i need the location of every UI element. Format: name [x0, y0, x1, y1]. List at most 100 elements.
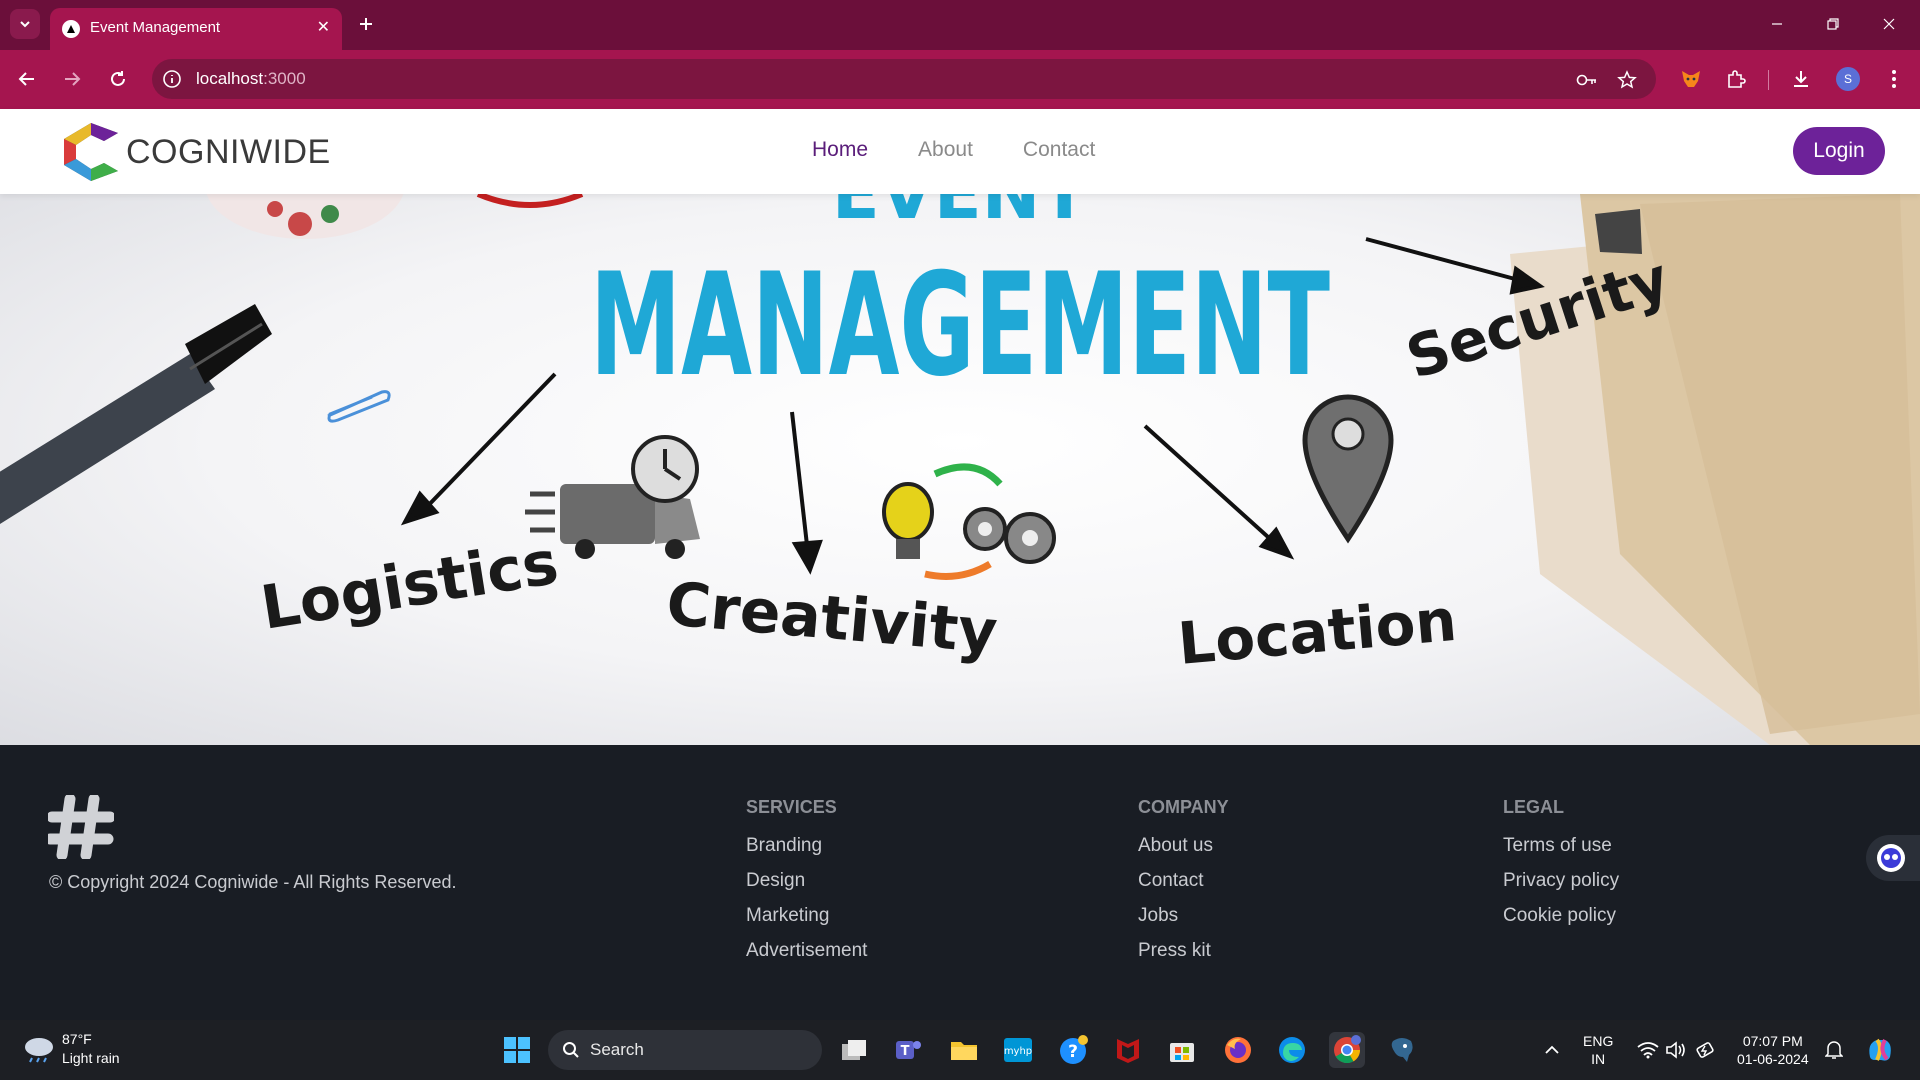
rain-cloud-icon: [25, 1038, 53, 1063]
main-nav: Home About Contact: [812, 138, 1095, 162]
footer-link-cookie[interactable]: Cookie policy: [1503, 905, 1619, 927]
show-hidden-icons-chevron-up-icon[interactable]: [1534, 1032, 1570, 1068]
close-window-button[interactable]: [1877, 12, 1901, 36]
language-code: ENG: [1583, 1033, 1614, 1049]
footer-link-branding[interactable]: Branding: [746, 835, 867, 857]
more-menu-icon[interactable]: [1880, 65, 1908, 93]
mcafee-icon[interactable]: [1110, 1032, 1146, 1068]
start-button[interactable]: [499, 1032, 535, 1068]
label-creativity: Creativity: [664, 569, 1000, 668]
chat-widget-button[interactable]: [1866, 835, 1920, 881]
nav-home[interactable]: Home: [812, 138, 868, 162]
tab-search-button[interactable]: [10, 9, 40, 39]
reload-icon: [111, 71, 125, 86]
bookmark-star-icon[interactable]: [1616, 69, 1638, 91]
vercel-triangle-icon: [62, 20, 80, 38]
footer-link-advertisement[interactable]: Advertisement: [746, 940, 867, 962]
footer-link-about-us[interactable]: About us: [1138, 835, 1229, 857]
windows-logo-icon: [504, 1037, 530, 1063]
plus-icon: [360, 18, 372, 30]
taskbar-search-box[interactable]: Search: [548, 1030, 822, 1070]
firefox-icon[interactable]: [1220, 1032, 1256, 1068]
cogniwide-c-logo-icon: [64, 123, 118, 181]
myhp-icon[interactable]: myhp: [1000, 1032, 1036, 1068]
profile-avatar[interactable]: S: [1836, 67, 1860, 91]
password-key-icon[interactable]: [1576, 69, 1598, 91]
downloads-icon[interactable]: [1787, 65, 1815, 93]
brand-name: COGNIWIDE: [126, 132, 331, 171]
browser-tab-bar: Event Management ✕: [0, 0, 1920, 50]
browser-tab[interactable]: Event Management ✕: [50, 8, 342, 50]
minimize-button[interactable]: [1765, 12, 1789, 36]
postgresql-icon[interactable]: [1384, 1032, 1420, 1068]
metamask-fox-icon[interactable]: [1677, 65, 1705, 93]
creativity-bulb-gears-icon: [882, 463, 1056, 580]
url-text[interactable]: localhost:3000: [196, 69, 306, 89]
info-icon[interactable]: [162, 69, 182, 89]
task-view-icon[interactable]: [836, 1032, 872, 1068]
nav-contact[interactable]: Contact: [1023, 138, 1095, 162]
svg-text:?: ?: [1068, 1042, 1078, 1062]
hero-banner: EVENT MANAGEMENT Logistics Creativity Lo…: [0, 194, 1920, 745]
hero-heading-main: MANAGEMENT: [590, 243, 1330, 408]
browser-toolbar: localhost:3000 S: [0, 50, 1920, 109]
windows-taskbar: 87°F Light rain Search T myhp ? ENG IN 0…: [0, 1020, 1920, 1080]
login-button[interactable]: Login: [1793, 127, 1885, 175]
help-icon[interactable]: ?: [1056, 1032, 1092, 1068]
close-tab-icon[interactable]: ✕: [317, 17, 330, 37]
chevron-down-icon: [20, 21, 30, 28]
footer-legal-column: LEGAL Terms of use Privacy policy Cookie…: [1503, 797, 1619, 940]
footer-legal-title: LEGAL: [1503, 797, 1564, 817]
footer-company-title: COMPANY: [1138, 797, 1229, 817]
chrome-icon[interactable]: [1329, 1032, 1365, 1068]
teams-icon[interactable]: T: [890, 1032, 926, 1068]
clock-date: 01-06-2024: [1737, 1051, 1809, 1067]
footer-link-jobs[interactable]: Jobs: [1138, 905, 1229, 927]
new-tab-button[interactable]: [352, 10, 380, 38]
tab-title: Event Management: [90, 19, 221, 36]
reload-button[interactable]: [103, 64, 133, 94]
footer-link-privacy[interactable]: Privacy policy: [1503, 870, 1619, 892]
event-management-illustration: EVENT MANAGEMENT Logistics Creativity Lo…: [0, 194, 1920, 745]
hero-heading-top: EVENT: [832, 194, 1088, 235]
clock[interactable]: 07:07 PM 01-06-2024: [1737, 1032, 1809, 1068]
nav-about[interactable]: About: [918, 138, 973, 162]
site-footer: © Copyright 2024 Cogniwide - All Rights …: [0, 745, 1920, 1020]
minimize-icon: [1772, 23, 1782, 25]
footer-link-press-kit[interactable]: Press kit: [1138, 940, 1229, 962]
footer-link-marketing[interactable]: Marketing: [746, 905, 867, 927]
weather-widget[interactable]: 87°F Light rain: [22, 1030, 120, 1068]
taskbar-search-placeholder: Search: [590, 1040, 644, 1059]
language-indicator[interactable]: ENG IN: [1583, 1032, 1613, 1068]
arrow-right-icon: [65, 72, 81, 86]
region-code: IN: [1591, 1051, 1606, 1067]
footer-link-design[interactable]: Design: [746, 870, 867, 892]
chat-bot-icon: [1877, 844, 1905, 872]
file-explorer-icon[interactable]: [946, 1032, 982, 1068]
notifications-bell-icon[interactable]: [1816, 1032, 1852, 1068]
footer-company-column: COMPANY About us Contact Jobs Press kit: [1138, 797, 1229, 975]
address-bar[interactable]: localhost:3000: [152, 59, 1656, 99]
marker-pen: [0, 304, 272, 524]
edge-icon[interactable]: [1274, 1032, 1310, 1068]
binder-clip: [1595, 209, 1642, 254]
location-pin-icon: [1302, 394, 1394, 544]
restore-icon: [1827, 18, 1839, 30]
label-location: Location: [1175, 586, 1459, 678]
extensions-puzzle-icon[interactable]: [1722, 65, 1750, 93]
footer-services-title: SERVICES: [746, 797, 837, 817]
svg-text:T: T: [901, 1044, 910, 1059]
battery-charging-icon[interactable]: [1688, 1032, 1724, 1068]
microsoft-store-icon[interactable]: [1164, 1032, 1200, 1068]
hashtag-logo-icon: [48, 795, 114, 859]
footer-link-terms[interactable]: Terms of use: [1503, 835, 1619, 857]
arrow-left-icon: [18, 72, 34, 86]
footer-link-contact[interactable]: Contact: [1138, 870, 1229, 892]
cogniwide-logo[interactable]: COGNIWIDE: [58, 119, 331, 185]
restore-button[interactable]: [1821, 12, 1845, 36]
copilot-icon[interactable]: [1862, 1032, 1898, 1068]
close-icon: [1883, 18, 1895, 30]
copyright-text: © Copyright 2024 Cogniwide - All Rights …: [49, 872, 457, 892]
back-button[interactable]: [12, 64, 42, 94]
forward-button[interactable]: [57, 64, 87, 94]
